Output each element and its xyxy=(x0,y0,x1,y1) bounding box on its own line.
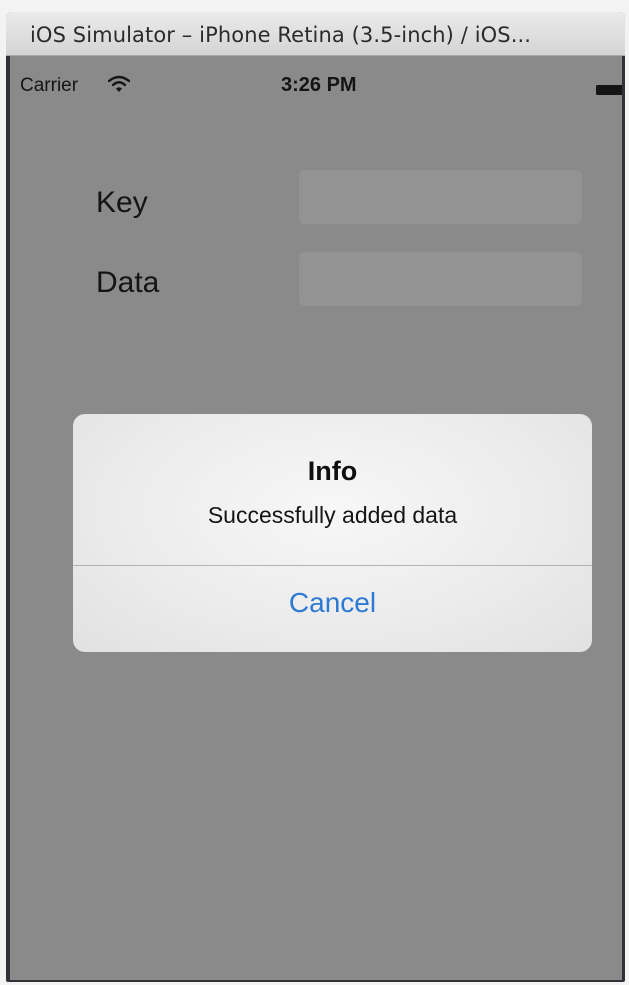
alert-title: Info xyxy=(307,456,358,486)
data-label: Data xyxy=(96,266,160,299)
wifi-icon xyxy=(108,75,130,92)
simulator-window: iOS Simulator – iPhone Retina (3.5-inch)… xyxy=(6,12,625,982)
alert-dialog: Info Successfully added data Cancel xyxy=(73,414,592,652)
cancel-button-label: Cancel xyxy=(288,587,377,618)
key-label: Key xyxy=(96,186,148,219)
alert-message: Successfully added data xyxy=(207,502,458,528)
phone-screen: Carrier 3:26 PM Key Data Info Successful… xyxy=(10,56,622,980)
data-input[interactable] xyxy=(299,252,582,306)
cancel-button[interactable]: Cancel xyxy=(73,566,592,652)
status-time: 3:26 PM xyxy=(281,74,357,96)
status-bar: Carrier 3:26 PM xyxy=(10,56,622,96)
carrier-label: Carrier xyxy=(20,75,79,96)
key-input[interactable] xyxy=(299,170,582,224)
window-titlebar[interactable]: iOS Simulator – iPhone Retina (3.5-inch)… xyxy=(6,12,625,56)
battery-icon xyxy=(596,85,622,95)
window-title: iOS Simulator – iPhone Retina (3.5-inch)… xyxy=(30,23,532,47)
